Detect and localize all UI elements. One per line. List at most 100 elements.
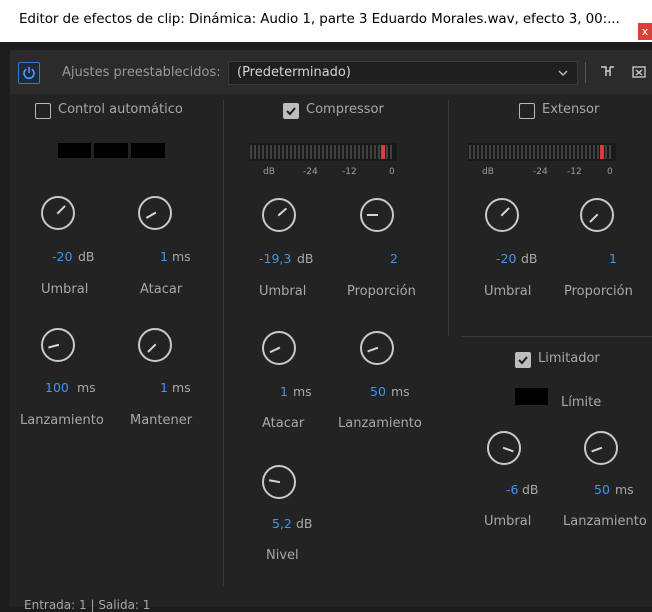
limiter-release-label: Lanzamiento <box>563 514 647 529</box>
limiter-release-knob[interactable] <box>584 431 618 465</box>
limiter-checkbox[interactable] <box>515 352 531 368</box>
auto-hold-value[interactable]: 1 <box>160 380 168 395</box>
knob-indicator <box>367 214 378 216</box>
preset-value: (Predeterminado) <box>237 65 351 80</box>
knob-indicator <box>591 446 603 453</box>
expander-level-meter <box>468 143 616 161</box>
compressor-checkbox[interactable] <box>283 103 299 119</box>
compressor-level-value[interactable]: 5,2 <box>272 516 292 531</box>
close-panel-icon[interactable] <box>632 64 646 83</box>
compressor-threshold-knob[interactable] <box>262 198 296 232</box>
compressor-ratio-label: Proporción <box>347 284 416 299</box>
meter-scale-12: -12 <box>567 167 582 177</box>
knob-indicator <box>48 343 60 349</box>
compressor-release-value[interactable]: 50 <box>370 384 386 399</box>
limiter-threshold-unit: dB <box>522 482 539 497</box>
presets-label: Ajustes preestablecidos: <box>62 65 221 80</box>
effect-panel: Ajustes preestablecidos: (Predeterminado… <box>10 50 652 612</box>
knob-indicator <box>269 346 281 354</box>
preset-dropdown[interactable]: (Predeterminado) <box>228 61 578 85</box>
limiter-threshold-knob[interactable] <box>487 431 521 465</box>
meter-scale-db: dB <box>482 167 494 177</box>
auto-control-checkbox[interactable] <box>35 103 51 119</box>
window-title: Editor de efectos de clip: Dinámica: Aud… <box>19 11 620 27</box>
auto-release-value[interactable]: 100 <box>45 380 69 395</box>
compressor-level-label: Nivel <box>266 548 299 563</box>
auto-release-label: Lanzamiento <box>20 413 104 428</box>
limiter-release-value[interactable]: 50 <box>594 482 610 497</box>
meter-scale-24: -24 <box>303 167 318 177</box>
auto-attack-unit: ms <box>172 249 191 264</box>
knob-indicator <box>502 446 514 453</box>
auto-hold-knob[interactable] <box>138 328 172 362</box>
expander-ratio-value[interactable]: 1 <box>609 251 617 266</box>
knob-indicator <box>268 479 281 484</box>
knob-indicator <box>56 205 66 215</box>
compressor-level-meter <box>249 143 397 161</box>
knob-indicator <box>277 207 288 217</box>
limit-label: Límite <box>561 395 602 410</box>
knob-indicator <box>500 207 510 217</box>
compressor-threshold-value[interactable]: -19,3 <box>259 251 291 266</box>
gain-reduction-meter <box>58 143 165 158</box>
expander-threshold-knob[interactable] <box>485 198 519 232</box>
power-button[interactable] <box>18 62 40 84</box>
auto-release-knob[interactable] <box>41 328 75 362</box>
limiter-threshold-label: Umbral <box>484 514 532 529</box>
compressor-attack-label: Atacar <box>262 416 305 431</box>
module-divider <box>223 100 224 586</box>
auto-hold-label: Mantener <box>130 413 193 428</box>
knob-indicator <box>147 343 157 353</box>
module-divider <box>448 100 449 336</box>
chevron-down-icon <box>557 65 569 84</box>
auto-attack-knob[interactable] <box>138 196 172 230</box>
compressor-release-knob[interactable] <box>360 331 394 365</box>
compressor-ratio-knob[interactable] <box>360 198 394 232</box>
limit-indicator <box>515 388 548 405</box>
expander-ratio-label: Proporción <box>564 284 633 299</box>
expander-label: Extensor <box>542 102 600 117</box>
limiter-label: Limitador <box>538 351 600 366</box>
auto-threshold-label: Umbral <box>41 282 89 297</box>
expander-checkbox[interactable] <box>519 103 535 119</box>
auto-attack-label: Atacar <box>140 282 183 297</box>
toolbar-divider <box>585 62 586 83</box>
compressor-release-unit: ms <box>391 384 410 399</box>
module-divider <box>462 336 652 337</box>
auto-release-unit: ms <box>77 380 96 395</box>
compressor-level-unit: dB <box>296 516 313 531</box>
auto-threshold-unit: dB <box>78 249 95 264</box>
knob-indicator <box>145 211 157 219</box>
compressor-threshold-label: Umbral <box>259 284 307 299</box>
toolbar: Ajustes preestablecidos: (Predeterminado… <box>10 50 652 94</box>
expander-ratio-knob[interactable] <box>580 198 614 232</box>
limiter-threshold-value[interactable]: -6 <box>506 482 518 497</box>
auto-control-label: Control automático <box>58 102 183 117</box>
compressor-attack-value[interactable]: 1 <box>280 384 288 399</box>
compressor-label: Compressor <box>306 102 384 117</box>
window-close-button[interactable]: x <box>638 23 652 40</box>
routing-icon[interactable] <box>600 64 616 84</box>
knob-indicator <box>589 213 599 223</box>
compressor-ratio-value[interactable]: 2 <box>390 251 398 266</box>
auto-hold-unit: ms <box>172 380 191 395</box>
auto-threshold-value[interactable]: -20 <box>52 249 72 264</box>
meter-scale-24: -24 <box>533 167 548 177</box>
auto-threshold-knob[interactable] <box>41 196 75 230</box>
auto-attack-value[interactable]: 1 <box>160 249 168 264</box>
meter-scale-0: 0 <box>389 167 395 177</box>
knob-indicator <box>367 346 379 353</box>
window-titlebar: Editor de efectos de clip: Dinámica: Aud… <box>0 0 652 42</box>
compressor-release-label: Lanzamiento <box>338 416 422 431</box>
meter-scale-db: dB <box>263 167 275 177</box>
expander-threshold-unit: dB <box>521 251 538 266</box>
limiter-release-unit: ms <box>615 482 634 497</box>
expander-threshold-value[interactable]: -20 <box>496 251 516 266</box>
meter-scale-0: 0 <box>607 167 613 177</box>
meter-scale-12: -12 <box>342 167 357 177</box>
expander-threshold-label: Umbral <box>484 284 532 299</box>
io-status: Entrada: 1 | Salida: 1 <box>24 598 151 612</box>
compressor-attack-knob[interactable] <box>262 331 296 365</box>
compressor-attack-unit: ms <box>293 384 312 399</box>
compressor-level-knob[interactable] <box>262 465 296 499</box>
